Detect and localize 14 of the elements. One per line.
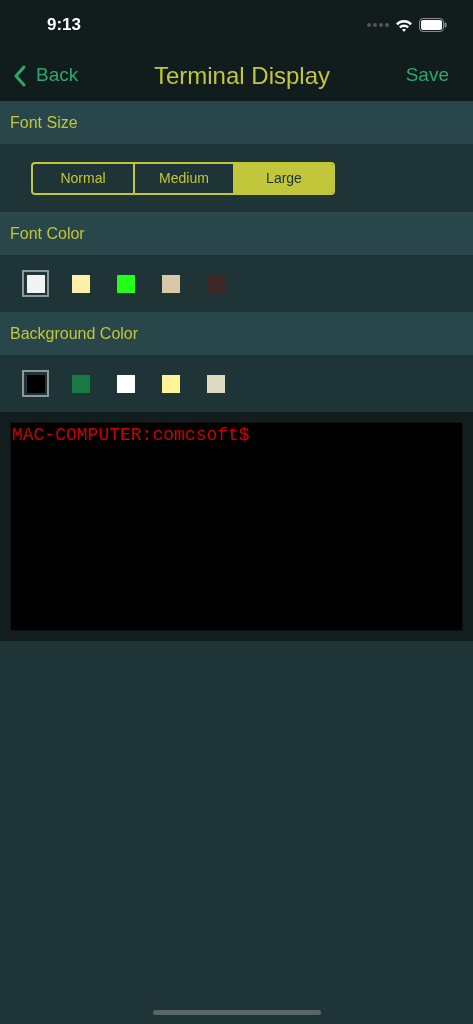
screen-title: Terminal Display bbox=[153, 60, 330, 91]
status-time: 9:13 bbox=[47, 14, 82, 37]
save-button[interactable]: Save bbox=[405, 61, 459, 90]
section-header: Font Size bbox=[0, 101, 473, 144]
wifi-icon bbox=[395, 18, 413, 32]
terminal-prompt: MAC-COMPUTER:comcsoft$ bbox=[12, 425, 250, 445]
section-header: Font Color bbox=[0, 212, 473, 255]
signal-icon bbox=[367, 23, 389, 27]
battery-icon bbox=[419, 18, 447, 32]
chevron-left-icon bbox=[14, 64, 26, 87]
back-button[interactable]: Back bbox=[14, 61, 79, 90]
size-segment[interactable]: Normal bbox=[33, 163, 133, 193]
section-header: Background Color bbox=[0, 312, 473, 355]
size-segment[interactable]: Large bbox=[233, 163, 333, 193]
